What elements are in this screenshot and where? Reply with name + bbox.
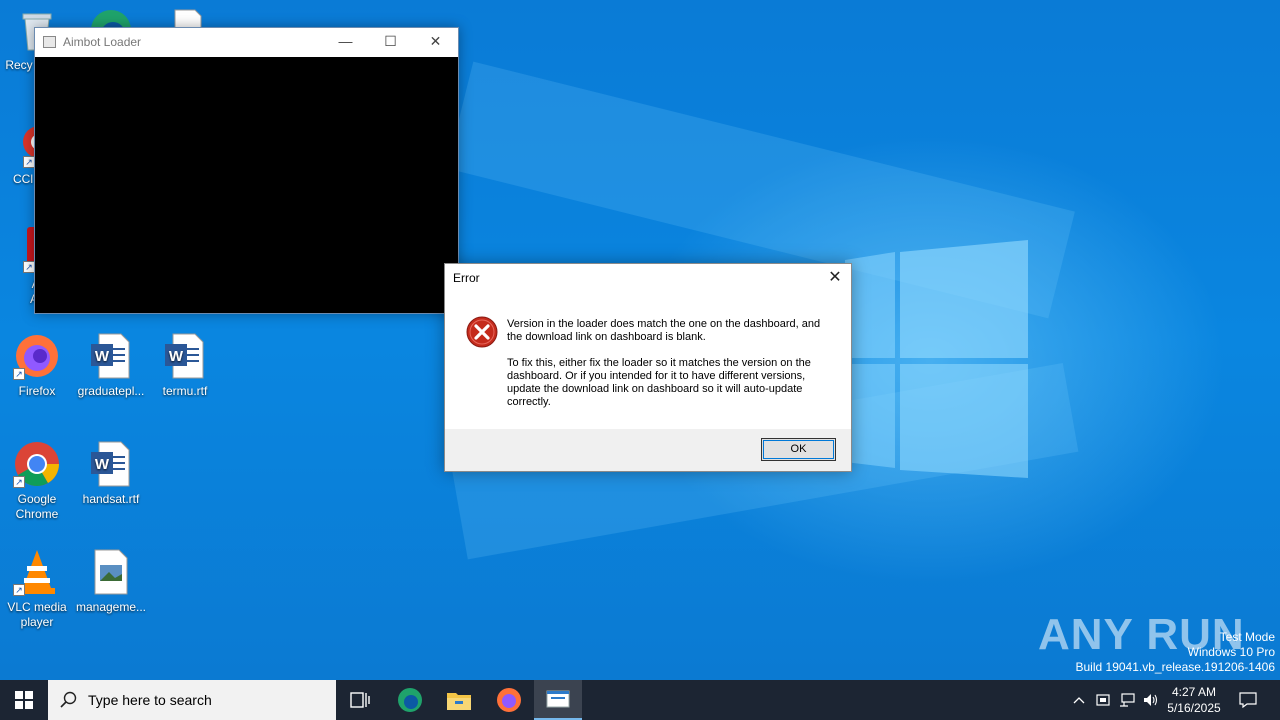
desktop-icon-label: termu.rtf [162,384,208,398]
ok-button[interactable]: OK [761,438,836,461]
desktop-icon-vlc[interactable]: ↗ VLC media player [0,548,74,630]
search-placeholder: Type here to search [88,692,212,708]
watermark-build: Build 19041.vb_release.191206-1406 [1075,660,1276,674]
task-view-button[interactable] [336,680,384,720]
desktop-icon-label: handsat.rtf [82,492,140,506]
app-icon [43,36,56,48]
desktop-icon-handsat[interactable]: W handsat.rtf [74,440,148,507]
action-center-button[interactable] [1232,680,1264,720]
vlc-icon: ↗ [13,548,61,596]
dialog-title: Error [453,271,480,285]
desktop-icon-label: Recy [5,58,33,72]
console-area[interactable] [35,57,458,313]
taskbar-edge[interactable] [386,680,434,720]
taskbar-console-app[interactable] [534,680,582,720]
dialog-close-button[interactable]: ✕ [819,264,851,292]
close-button[interactable]: ✕ [413,28,458,57]
search-icon [60,691,77,708]
edge-icon [398,688,422,712]
loader-titlebar[interactable]: Aimbot Loader — ☐ ✕ [35,28,458,57]
desktop-icon-label: Firefox [18,384,56,398]
clock-date: 5/16/2025 [1167,701,1221,715]
desktop-icon-manageme[interactable]: manageme... [74,548,148,615]
error-icon [466,316,498,348]
search-box[interactable]: Type here to search [48,680,336,720]
error-dialog: Error ✕ Version in the loader does match… [444,263,852,472]
os-watermark: Test Mode Windows 10 Pro Build 19041.vb_… [1076,630,1276,675]
desktop-icon-label: CCl [13,172,33,186]
loader-window: Aimbot Loader — ☐ ✕ [34,27,459,314]
file-explorer-icon [447,693,471,710]
task-view-icon [350,692,370,708]
svg-text:W: W [169,348,184,365]
minimize-button[interactable]: — [323,28,368,57]
tray-app-button[interactable] [1092,680,1114,720]
watermark-edition: Windows 10 Pro [1187,645,1275,659]
dialog-titlebar[interactable]: Error ✕ [445,264,851,292]
dialog-footer: OK [445,429,851,471]
tray-app-icon [1096,694,1110,706]
clock-time: 4:27 AM [1171,685,1217,699]
clock[interactable]: 4:27 AM 5/16/2025 [1160,684,1228,716]
taskbar-firefox[interactable] [485,680,533,720]
firefox-icon: ↗ [13,332,61,380]
desktop-icon-label: manageme... [75,600,147,614]
volume-icon [1144,694,1158,706]
network-button[interactable] [1116,680,1138,720]
maximize-button[interactable]: ☐ [368,28,413,57]
taskbar: Type here to search 4:27 AM 5/16/2025 [0,680,1280,720]
desktop-icon-label: Google Chrome [15,492,59,521]
message-paragraph-1: Version in the loader does match the one… [507,318,821,343]
watermark-test-mode: Test Mode [1219,630,1275,644]
taskbar-file-explorer[interactable] [435,680,483,720]
desktop-icon-chrome[interactable]: ↗ Google Chrome [0,440,74,522]
desktop-icon-graduatepl[interactable]: W graduatepl... [74,332,148,399]
start-icon [15,691,33,709]
dialog-message: Version in the loader does match the one… [507,318,837,422]
desktop-icon-label: VLC media player [7,600,67,629]
word-doc-icon: W [87,332,135,380]
chrome-icon: ↗ [13,440,61,488]
network-icon [1120,693,1135,707]
desktop-icon-termu[interactable]: W termu.rtf [148,332,222,399]
word-doc-icon: W [161,332,209,380]
firefox-icon [497,688,521,712]
svg-text:W: W [95,456,110,473]
window-title: Aimbot Loader [63,35,142,49]
notification-icon [1239,692,1257,708]
show-hidden-icons-button[interactable] [1068,680,1090,720]
message-paragraph-2: To fix this, either fix the loader so it… [507,357,811,408]
volume-button[interactable] [1140,680,1162,720]
start-button[interactable] [0,680,48,720]
svg-text:W: W [95,348,110,365]
word-doc-icon: W [87,440,135,488]
console-app-icon [546,690,570,708]
chevron-up-icon [1073,697,1085,704]
image-file-icon [87,548,135,596]
desktop-icon-label: graduatepl... [77,384,145,398]
windows-logo-wallpaper [845,240,1028,478]
desktop-icon-firefox[interactable]: ↗ Firefox [0,332,74,399]
